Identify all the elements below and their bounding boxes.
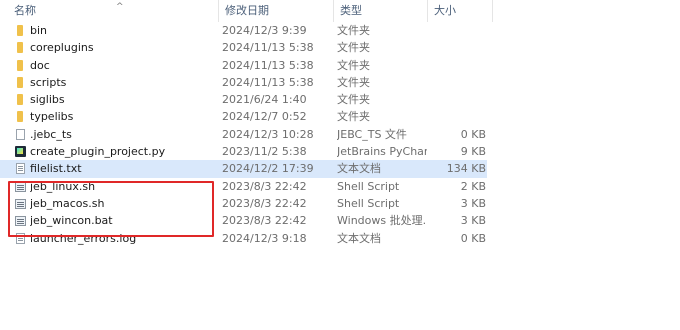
file-size <box>430 39 486 56</box>
column-type-label: 类型 <box>340 4 362 17</box>
column-header-name[interactable]: 名称 ^ <box>8 0 218 22</box>
file-name: typelibs <box>30 110 74 124</box>
file-date: 2023/8/3 22:42 <box>222 196 307 210</box>
python-file-icon <box>15 146 26 158</box>
file-type: 文件夹 <box>337 93 370 107</box>
file-date: 2024/11/13 5:38 <box>222 75 314 89</box>
file-size: 134 KB <box>446 162 486 176</box>
file-date: 2023/11/2 5:38 <box>222 145 307 159</box>
file-row[interactable]: .jebc_ts 2024/12/3 10:28 JEBC_TS 文件 0 KB <box>0 126 680 143</box>
file-row[interactable]: create_plugin_project.py 2023/11/2 5:38 Je… <box>0 143 680 160</box>
folder-icon <box>17 94 23 106</box>
file-icon <box>16 128 25 140</box>
file-type: JetBrains PyChar... <box>337 145 427 159</box>
column-header-date[interactable]: 修改日期 <box>218 0 333 22</box>
file-name: filelist.txt <box>30 162 82 176</box>
file-date: 2023/8/3 22:42 <box>222 179 307 193</box>
file-size <box>430 22 486 39</box>
file-date: 2024/12/3 10:28 <box>222 127 314 141</box>
folder-row[interactable]: bin 2024/12/3 9:39 文件夹 <box>0 22 680 39</box>
column-separator <box>492 0 493 22</box>
folder-row[interactable]: scripts 2024/11/13 5:38 文件夹 <box>0 74 680 91</box>
folder-row[interactable]: siglibs 2021/6/24 1:40 文件夹 <box>0 91 680 108</box>
file-type: 文本文档 <box>337 231 381 245</box>
file-date: 2024/12/7 0:52 <box>222 110 307 124</box>
file-type: 文件夹 <box>337 24 370 37</box>
folder-icon <box>17 42 23 54</box>
file-type: 文件夹 <box>337 58 370 72</box>
file-type: JEBC_TS 文件 <box>337 127 407 141</box>
folder-icon <box>17 25 23 36</box>
file-type: Windows 批处理... <box>337 214 427 228</box>
file-size: 0 KB <box>460 127 486 141</box>
folder-row[interactable]: doc 2024/11/13 5:38 文件夹 <box>0 57 680 74</box>
file-size: 3 KB <box>460 214 486 228</box>
file-name: .jebc_ts <box>30 127 72 141</box>
file-name: siglibs <box>30 93 65 107</box>
file-size: 2 KB <box>460 179 486 193</box>
folder-icon <box>17 59 23 71</box>
file-size: 0 KB <box>460 231 486 245</box>
file-name: doc <box>30 58 50 72</box>
file-date: 2024/11/13 5:38 <box>222 58 314 72</box>
column-date-label: 修改日期 <box>225 4 269 17</box>
folder-row[interactable]: typelibs 2024/12/7 0:52 文件夹 <box>0 108 680 125</box>
file-name: scripts <box>30 75 67 89</box>
text-file-icon <box>16 163 25 175</box>
file-date: 2024/12/3 9:18 <box>222 231 307 245</box>
sort-ascending-icon: ^ <box>116 2 124 12</box>
file-type: Shell Script <box>337 196 400 210</box>
file-size: 9 KB <box>460 145 486 159</box>
file-size <box>430 108 486 125</box>
file-row[interactable]: filelist.txt 2024/12/2 17:39 文本文档 134 KB <box>0 160 487 178</box>
file-type: 文件夹 <box>337 75 370 89</box>
folder-row[interactable]: coreplugins 2024/11/13 5:38 文件夹 <box>0 39 680 56</box>
file-type: 文件夹 <box>337 41 370 55</box>
column-header-size[interactable]: 大小 <box>427 0 492 22</box>
file-name: create_plugin_project.py <box>30 145 166 159</box>
file-type: 文本文档 <box>337 162 381 176</box>
file-date: 2023/8/3 22:42 <box>222 214 307 228</box>
file-date: 2024/12/2 17:39 <box>222 162 314 176</box>
folder-icon <box>17 76 23 88</box>
file-size <box>430 74 486 91</box>
highlight-annotation-box <box>8 181 214 237</box>
file-type: Shell Script <box>337 179 400 193</box>
column-name-label: 名称 <box>14 4 36 17</box>
file-size: 3 KB <box>460 196 486 210</box>
folder-icon <box>17 111 23 123</box>
file-type: 文件夹 <box>337 110 370 124</box>
file-size <box>430 91 486 108</box>
column-size-label: 大小 <box>434 4 456 17</box>
column-header-bar: 名称 ^ 修改日期 类型 大小 <box>0 0 680 22</box>
file-date: 2024/12/3 9:39 <box>222 24 307 37</box>
file-name: coreplugins <box>30 41 94 55</box>
file-name: bin <box>30 24 48 37</box>
file-date: 2024/11/13 5:38 <box>222 41 314 55</box>
column-header-type[interactable]: 类型 <box>333 0 427 22</box>
file-date: 2021/6/24 1:40 <box>222 93 307 107</box>
file-size <box>430 57 486 74</box>
